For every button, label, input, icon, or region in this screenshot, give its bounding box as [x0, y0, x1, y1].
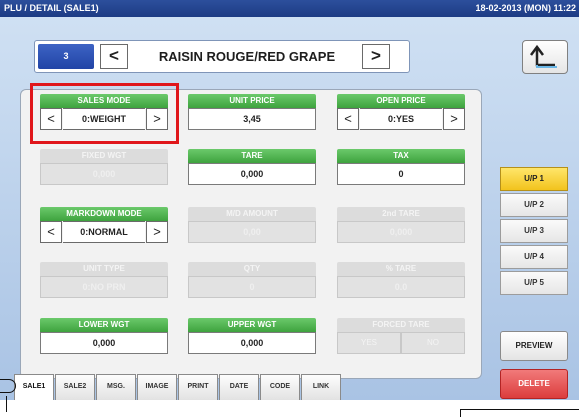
tax-value[interactable]: 0 — [337, 163, 465, 185]
tax-label: TAX — [337, 149, 465, 163]
open-price-next-button[interactable]: > — [443, 108, 465, 130]
back-button[interactable] — [522, 40, 568, 74]
chevron-right-icon: > — [371, 46, 381, 65]
unit-type-field: UNIT TYPE 0:NO PRN — [40, 262, 168, 304]
tab-print[interactable]: PRINT — [178, 374, 218, 400]
lower-wgt-value[interactable]: 0,000 — [40, 332, 168, 354]
chevron-right-icon: > — [153, 224, 161, 239]
up4-button[interactable]: U/P 4 — [500, 245, 568, 269]
second-tare-field: 2nd TARE 0,000 — [337, 207, 465, 249]
open-price-field: OPEN PRICE < 0:YES > — [337, 94, 465, 136]
pct-tare-value: 0.0 — [337, 276, 465, 298]
title-bar: PLU / DETAIL (SALE1) 18-02-2013 (MON) 11… — [0, 0, 579, 17]
markdown-mode-prev-button[interactable]: < — [40, 221, 62, 243]
tab-date[interactable]: DATE — [219, 374, 259, 400]
chevron-left-icon: < — [47, 224, 55, 239]
chevron-left-icon: < — [344, 111, 352, 126]
md-amount-field: M/D AMOUNT 0,00 — [188, 207, 316, 249]
tare-field[interactable]: TARE 0,000 — [188, 149, 316, 191]
fixed-wgt-label: FIXED WGT — [40, 149, 168, 163]
lower-wgt-label: LOWER WGT — [40, 318, 168, 332]
second-tare-value: 0,000 — [337, 221, 465, 243]
date-time: 18-02-2013 (MON) 11:22 — [475, 3, 576, 13]
callout-bracket — [0, 379, 16, 393]
plu-name: RAISIN ROUGE/RED GRAPE — [158, 49, 336, 64]
markdown-mode-field: MARKDOWN MODE < 0:NORMAL > — [40, 207, 168, 249]
forced-tare-yes-button: YES — [337, 332, 401, 354]
forced-tare-label: FORCED TARE — [337, 318, 465, 332]
qty-value: 0 — [188, 276, 316, 298]
open-price-label: OPEN PRICE — [337, 94, 465, 108]
pct-tare-label: % TARE — [337, 262, 465, 276]
markdown-mode-value: 0:NORMAL — [63, 221, 145, 243]
tab-code[interactable]: CODE — [260, 374, 300, 400]
upper-wgt-field[interactable]: UPPER WGT 0,000 — [188, 318, 316, 360]
open-price-prev-button[interactable]: < — [337, 108, 359, 130]
upper-wgt-label: UPPER WGT — [188, 318, 316, 332]
callout-line — [0, 396, 7, 412]
markdown-mode-next-button[interactable]: > — [146, 221, 168, 243]
tare-label: TARE — [188, 149, 316, 163]
up1-button[interactable]: U/P 1 — [500, 167, 568, 191]
tab-sale2[interactable]: SALE2 — [55, 374, 95, 400]
selection-highlight — [30, 83, 179, 144]
open-price-value: 0:YES — [360, 108, 442, 130]
return-arrow-icon — [530, 44, 557, 68]
annotation-box — [460, 409, 579, 417]
next-plu-button[interactable]: > — [362, 44, 390, 69]
forced-tare-no-button: NO — [401, 332, 465, 354]
up3-button[interactable]: U/P 3 — [500, 219, 568, 243]
tab-link[interactable]: LINK — [301, 374, 341, 400]
chevron-right-icon: > — [450, 111, 458, 126]
up2-button[interactable]: U/P 2 — [500, 193, 568, 217]
screen-title: PLU / DETAIL (SALE1) — [4, 3, 99, 13]
unit-price-value[interactable]: 3,45 — [188, 108, 316, 130]
unit-price-field[interactable]: UNIT PRICE 3,45 — [188, 94, 316, 136]
upper-wgt-value[interactable]: 0,000 — [188, 332, 316, 354]
fixed-wgt-field: FIXED WGT 0,000 — [40, 149, 168, 191]
second-tare-label: 2nd TARE — [337, 207, 465, 221]
unit-type-label: UNIT TYPE — [40, 262, 168, 276]
qty-field: QTY 0 — [188, 262, 316, 304]
up5-button[interactable]: U/P 5 — [500, 271, 568, 295]
lower-wgt-field[interactable]: LOWER WGT 0,000 — [40, 318, 168, 360]
delete-button[interactable]: DELETE — [500, 369, 568, 399]
forced-tare-field: FORCED TARE YES NO — [337, 318, 465, 360]
md-amount-value: 0,00 — [188, 221, 316, 243]
tab-sale1[interactable]: SALE1 — [14, 374, 54, 400]
unit-type-value: 0:NO PRN — [40, 276, 168, 298]
pct-tare-field: % TARE 0.0 — [337, 262, 465, 304]
fixed-wgt-value: 0,000 — [40, 163, 168, 185]
prev-plu-button[interactable]: < — [100, 44, 128, 69]
unit-price-label: UNIT PRICE — [188, 94, 316, 108]
tab-msg[interactable]: MSG. — [96, 374, 136, 400]
tare-value[interactable]: 0,000 — [188, 163, 316, 185]
tab-image[interactable]: IMAGE — [137, 374, 177, 400]
markdown-mode-label: MARKDOWN MODE — [40, 207, 168, 221]
md-amount-label: M/D AMOUNT — [188, 207, 316, 221]
chevron-left-icon: < — [109, 46, 119, 65]
plu-detail-screen: PLU / DETAIL (SALE1) 18-02-2013 (MON) 11… — [0, 0, 579, 417]
qty-label: QTY — [188, 262, 316, 276]
tax-field[interactable]: TAX 0 — [337, 149, 465, 191]
plu-number[interactable]: 3 — [38, 44, 94, 69]
preview-button[interactable]: PREVIEW — [500, 331, 568, 361]
